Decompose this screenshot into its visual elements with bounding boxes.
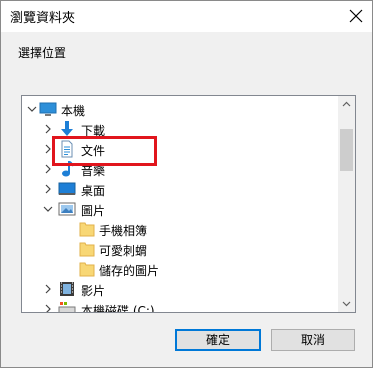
scroll-up-icon[interactable]	[338, 96, 355, 113]
tree-item-label: 本機磁碟 (C:)	[81, 304, 155, 312]
tree-item-this-pc[interactable]: 本機	[22, 99, 338, 119]
tree-item-cute-hedgehog[interactable]: 可愛刺蝟	[22, 239, 338, 259]
tree-item-videos[interactable]: 影片	[22, 279, 338, 299]
dialog-title: 瀏覽資料夾	[10, 11, 76, 26]
tree-item-label: 桌面	[81, 184, 106, 198]
chevron-right-icon[interactable]	[43, 284, 53, 294]
tree-item-label: 圖片	[81, 204, 106, 218]
tree-item-label: 手機相簿	[99, 224, 148, 238]
vertical-scrollbar[interactable]	[338, 96, 355, 312]
desktop-icon	[58, 182, 76, 195]
folder-icon	[79, 242, 95, 257]
this-pc-icon	[39, 102, 57, 116]
tree-item-phone-album[interactable]: 手機相簿	[22, 219, 338, 239]
close-icon	[349, 9, 363, 23]
folder-icon	[79, 222, 95, 237]
pictures-icon	[58, 202, 76, 216]
close-button[interactable]	[343, 3, 369, 29]
tree-item-label: 本機	[61, 104, 86, 118]
folder-tree[interactable]: 本機 下載 文件 音樂 桌面 圖片 手機相簿 可愛刺蝟 儲存的圖片 影片 本機磁…	[21, 95, 356, 313]
tree-item-label: 儲存的圖片	[99, 264, 160, 278]
tree-item-local-disk-c[interactable]: 本機磁碟 (C:)	[22, 299, 338, 312]
tree-item-desktop[interactable]: 桌面	[22, 179, 338, 199]
tree-viewport: 本機 下載 文件 音樂 桌面 圖片 手機相簿 可愛刺蝟 儲存的圖片 影片 本機磁…	[22, 96, 338, 312]
tree-item-label: 影片	[81, 284, 106, 298]
ok-button[interactable]: 確定	[175, 329, 261, 351]
folder-icon	[79, 262, 95, 277]
chevron-down-icon[interactable]	[27, 104, 37, 114]
chevron-down-icon[interactable]	[43, 204, 53, 214]
scroll-down-icon[interactable]	[338, 295, 355, 312]
tree-item-saved-pictures[interactable]: 儲存的圖片	[22, 259, 338, 279]
chevron-right-icon[interactable]	[43, 124, 53, 134]
drive-icon	[58, 302, 76, 312]
chevron-right-icon[interactable]	[43, 304, 53, 312]
videos-icon	[60, 282, 74, 296]
prompt-label: 選擇位置	[18, 46, 67, 60]
browse-folder-dialog: 瀏覽資料夾 選擇位置 本機 下載 文件 音樂 桌面 圖片 手機相簿 可愛刺蝟 儲…	[0, 0, 373, 368]
chevron-right-icon[interactable]	[43, 184, 53, 194]
highlight-annotation	[52, 136, 157, 166]
scroll-thumb[interactable]	[340, 129, 353, 171]
tree-item-label: 可愛刺蝟	[99, 244, 148, 258]
title-bar: 瀏覽資料夾	[1, 1, 372, 32]
cancel-button[interactable]: 取消	[271, 329, 355, 351]
tree-item-pictures[interactable]: 圖片	[22, 199, 338, 219]
